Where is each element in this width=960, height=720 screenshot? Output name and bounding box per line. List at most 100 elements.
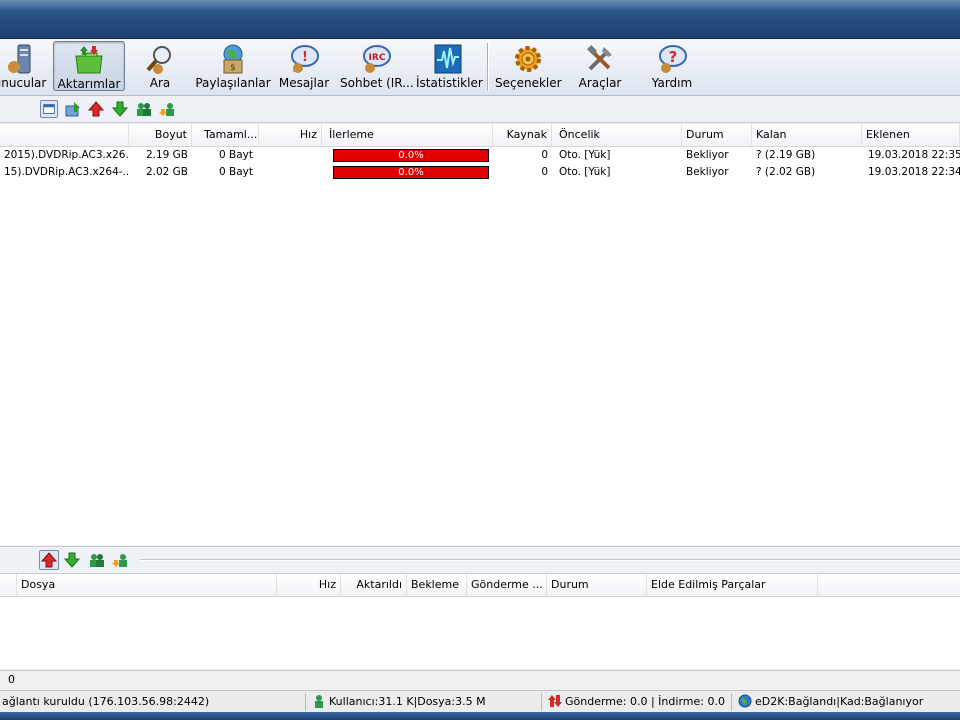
download-arrow-icon[interactable] xyxy=(63,551,81,569)
column-header-upload-time[interactable]: Gönderme ... xyxy=(467,574,547,596)
column-header-completed[interactable]: Tamaml... xyxy=(200,124,259,146)
download-sources: 0 xyxy=(541,166,548,178)
column-header-name[interactable] xyxy=(0,124,129,146)
toolbar-options-button[interactable]: Seçenekler xyxy=(495,41,562,91)
status-connection-text: ağlantı kuruldu (176.103.56.98:2442) xyxy=(2,695,210,708)
download-size: 2.02 GB xyxy=(145,166,188,178)
column-header-priority[interactable]: Öncelik xyxy=(555,124,682,146)
uploads-count: 0 xyxy=(8,673,15,686)
toolbar-servers-button[interactable]: unucular xyxy=(0,41,50,91)
downloads-list[interactable]: 2015).DVDRip.AC3.x26... 2.19 GB 0 Bayt 0… xyxy=(0,147,960,545)
gear-icon xyxy=(515,46,541,72)
toolbar-tools-button[interactable]: Araçlar xyxy=(572,41,628,91)
download-speed xyxy=(259,164,322,181)
status-network-text: eD2K:Bağlandı|Kad:Bağlanıyor xyxy=(755,695,924,708)
downloads-filter-icon[interactable] xyxy=(64,100,82,118)
column-header-transferred[interactable]: Aktarıldı xyxy=(341,574,407,596)
status-network: eD2K:Bağlandı|Kad:Bağlanıyor xyxy=(736,693,960,711)
column-header-obtained-parts[interactable]: Elde Edilmiş Parçalar xyxy=(647,574,818,596)
downloads-list-header: Boyut Tamaml... Hız İlerleme Kaynak Önce… xyxy=(0,124,960,147)
svg-text:$: $ xyxy=(230,63,236,73)
toolbar-label: Ara xyxy=(149,76,171,90)
toolbar-label: unucular xyxy=(0,76,47,90)
download-progress-bar: 0.0% xyxy=(333,166,489,179)
toolbar-label: Yardım xyxy=(651,76,693,90)
download-completed: 0 Bayt xyxy=(219,149,253,161)
toolbar-help-button[interactable]: ? Yardım xyxy=(645,41,699,91)
client-download-icon[interactable] xyxy=(159,100,177,118)
toolbar-statistics-button[interactable]: İstatistikler xyxy=(416,41,483,91)
irc-icon: IRC xyxy=(363,45,391,73)
column-header-progress[interactable]: İlerleme xyxy=(325,124,493,146)
column-header-speed[interactable]: Hız xyxy=(259,124,322,146)
column-header-sources[interactable]: Kaynak xyxy=(493,124,552,146)
toolbar-separator xyxy=(487,43,489,91)
servers-icon xyxy=(8,44,31,74)
status-users: Kullanıcı:31.1 K|Dosya:3.5 M xyxy=(310,693,542,711)
messages-icon: ! xyxy=(291,45,319,73)
column-header-user[interactable] xyxy=(0,574,17,596)
download-completed: 0 Bayt xyxy=(219,166,253,178)
download-status: Bekliyor xyxy=(686,149,729,161)
toolbar-label: Araçlar xyxy=(578,76,622,90)
download-speed xyxy=(259,147,322,164)
download-priority: Oto. [Yük] xyxy=(559,166,611,178)
toolbar-irc-button[interactable]: IRC Sohbet (IR... xyxy=(340,41,414,91)
toolbar-label: Mesajlar xyxy=(278,76,330,90)
downloads-toolbar xyxy=(0,96,960,123)
download-progress-bar: 0.0% xyxy=(333,149,489,162)
status-connection: ağlantı kuruldu (176.103.56.98:2442) xyxy=(0,693,306,711)
download-added: 19.03.2018 22:34:0 xyxy=(868,166,960,178)
status-users-text: Kullanıcı:31.1 K|Dosya:3.5 M xyxy=(329,695,486,708)
upload-arrow-icon[interactable] xyxy=(39,550,59,570)
download-size: 2.19 GB xyxy=(145,149,188,161)
download-remaining: ? (2.19 GB) xyxy=(756,149,816,161)
tools-icon xyxy=(587,45,612,71)
uploads-list[interactable] xyxy=(0,597,960,669)
download-row[interactable]: 2015).DVDRip.AC3.x26... 2.19 GB 0 Bayt 0… xyxy=(0,147,960,164)
toolbar-label: Sohbet (IR... xyxy=(340,76,414,90)
splitter-line xyxy=(140,559,960,561)
statistics-icon xyxy=(434,44,462,74)
download-arrow-icon[interactable] xyxy=(111,100,129,118)
toolbar-label: Aktarımlar xyxy=(57,77,121,91)
view-all-icon[interactable] xyxy=(40,100,58,118)
transfers-icon xyxy=(75,46,103,74)
column-header-added[interactable]: Eklenen xyxy=(862,124,960,146)
uploads-list-header: Dosya Hız Aktarıldı Bekleme Gönderme ...… xyxy=(0,574,960,597)
svg-text:!: ! xyxy=(302,50,308,65)
uploads-toolbar xyxy=(0,546,960,574)
clients-icon[interactable] xyxy=(88,551,106,569)
column-header-file[interactable]: Dosya xyxy=(17,574,277,596)
up-down-arrows-icon xyxy=(548,695,562,707)
toolbar-search-button[interactable]: Ara xyxy=(135,41,185,91)
client-download-icon[interactable] xyxy=(112,551,130,569)
status-bar: ağlantı kuruldu (176.103.56.98:2442) Kul… xyxy=(0,690,960,713)
column-header-waiting[interactable]: Bekleme xyxy=(407,574,467,596)
download-file-name: 15).DVDRip.AC3.x264-... xyxy=(4,166,129,178)
download-added: 19.03.2018 22:35: xyxy=(868,149,960,161)
download-file-name: 2015).DVDRip.AC3.x26... xyxy=(4,149,129,161)
main-toolbar: unucular Aktarımlar Ara $ Paylaşılanlar xyxy=(0,39,960,96)
column-header-remaining[interactable]: Kalan xyxy=(752,124,862,146)
shared-files-icon: $ xyxy=(223,44,243,74)
svg-text:?: ? xyxy=(669,48,678,66)
download-remaining: ? (2.02 GB) xyxy=(756,166,816,178)
network-globe-icon xyxy=(738,694,752,708)
upload-arrow-icon[interactable] xyxy=(87,100,105,118)
toolbar-transfers-button[interactable]: Aktarımlar xyxy=(53,41,125,91)
download-sources: 0 xyxy=(541,149,548,161)
download-row[interactable]: 15).DVDRip.AC3.x264-... 2.02 GB 0 Bayt 0… xyxy=(0,164,960,181)
uploads-count-bar: 0 xyxy=(0,670,960,689)
toolbar-label: Paylaşılanlar xyxy=(195,76,271,90)
window-bottom-border xyxy=(0,712,960,720)
column-header-status[interactable]: Durum xyxy=(682,124,752,146)
toolbar-messages-button[interactable]: ! Mesajlar xyxy=(277,41,331,91)
column-header-status[interactable]: Durum xyxy=(547,574,647,596)
toolbar-shared-files-button[interactable]: $ Paylaşılanlar xyxy=(195,41,271,91)
clients-icon[interactable] xyxy=(135,100,153,118)
svg-text:IRC: IRC xyxy=(369,53,386,63)
column-header-speed[interactable]: Hız xyxy=(277,574,341,596)
search-icon xyxy=(146,46,171,74)
column-header-size[interactable]: Boyut xyxy=(129,124,192,146)
